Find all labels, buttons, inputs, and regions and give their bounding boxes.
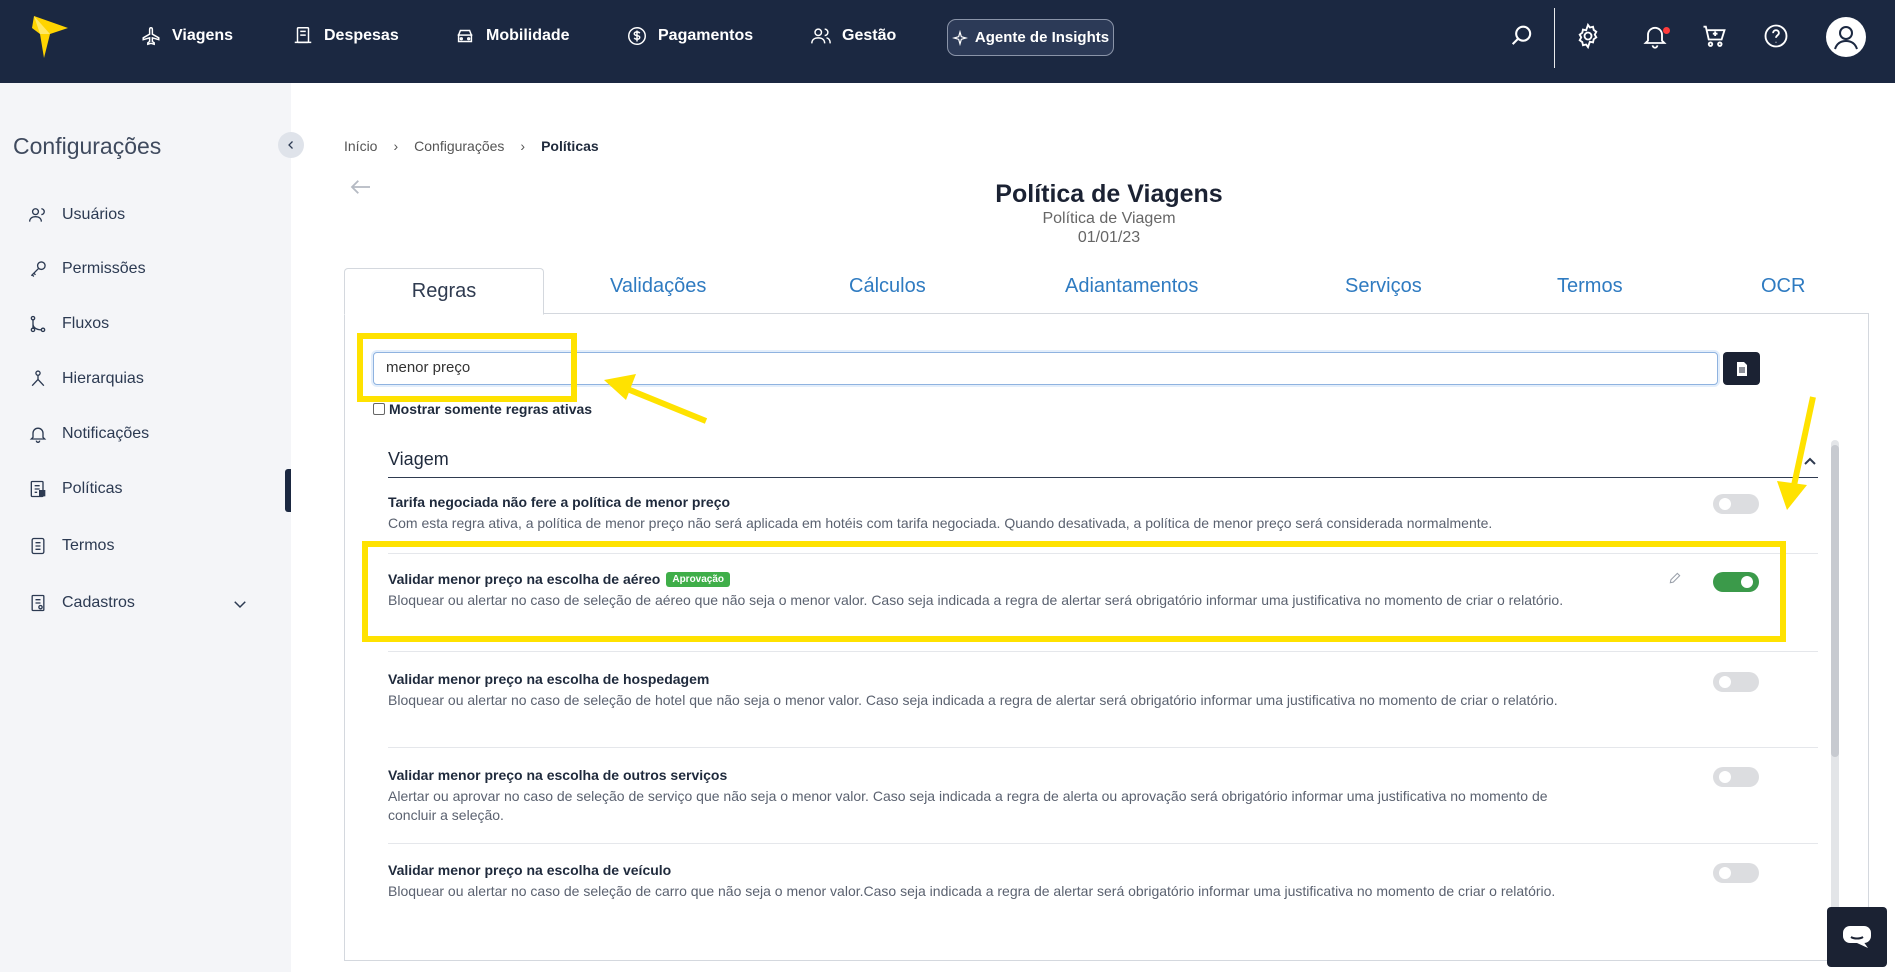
sidebar-item-cadastros[interactable]: Cadastros [28, 588, 135, 618]
rule-item: Validar menor preço na escolha de veícul… [388, 862, 1818, 917]
rule-divider [388, 843, 1818, 844]
annotation-arrow-icon [604, 374, 708, 424]
chevron-down-icon[interactable] [231, 595, 249, 613]
breadcrumb-configuracoes[interactable]: Configurações [414, 138, 504, 154]
annotation-arrow-icon [1777, 396, 1816, 510]
rule-description: Bloquear ou alertar no caso de seleção d… [388, 692, 1558, 708]
rule-name: Validar menor preço na escolha de hosped… [388, 671, 710, 687]
toolbar-divider [1554, 8, 1555, 68]
nav-mobilidade[interactable]: Mobilidade [454, 0, 570, 72]
highlight-box-search [357, 333, 577, 402]
sidebar-item-fluxos[interactable]: Fluxos [28, 309, 109, 339]
tab-termos[interactable]: Termos [1557, 275, 1623, 298]
tab-regras[interactable]: Regras [344, 268, 544, 315]
tabs-divider [344, 313, 1869, 314]
tab-adiantamentos[interactable]: Adiantamentos [1065, 275, 1198, 298]
page-title: Política de Viagens [995, 180, 1223, 208]
rule-toggle[interactable] [1713, 767, 1759, 787]
sidebar-item-hierarquias[interactable]: Hierarquias [28, 364, 144, 394]
cart-icon[interactable] [1700, 22, 1728, 50]
nav-gestao[interactable]: Gestão [810, 0, 896, 72]
user-icon [1834, 26, 1858, 50]
rule-name: Validar menor preço na escolha de veícul… [388, 862, 672, 878]
tab-ocr[interactable]: OCR [1761, 275, 1805, 298]
rule-name: Validar menor preço na escolha de outros… [388, 767, 728, 783]
breadcrumb-inicio[interactable]: Início [344, 138, 377, 154]
export-button[interactable] [1723, 352, 1760, 385]
top-navigation-bar: Viagens Despesas Mobilidade Pagamentos G… [0, 0, 1895, 83]
rule-item: Tarifa negociada não fere a política de … [388, 494, 1818, 533]
bell-icon [29, 427, 47, 443]
document-icon [1736, 361, 1747, 376]
sidebar-item-termos[interactable]: Termos [28, 531, 114, 561]
receipt-icon [294, 27, 312, 44]
checkbox-box[interactable] [373, 403, 385, 415]
plane-icon [142, 27, 160, 46]
page-date: 01/01/23 [1077, 229, 1141, 246]
rule-item: Validar menor preço na escolha de hosped… [388, 671, 1818, 710]
sidebar-item-politicas[interactable]: Políticas [28, 474, 122, 504]
sidebar-item-permissoes[interactable]: Permissões [28, 254, 146, 284]
chevron-left-icon [288, 141, 293, 149]
key-icon [30, 261, 46, 277]
nav-pagamentos[interactable]: Pagamentos [626, 0, 753, 72]
sidebar-title: Configurações [13, 133, 162, 159]
chat-support-button[interactable] [1827, 907, 1887, 967]
document-icon [31, 537, 45, 555]
scrollbar-thumb[interactable] [1831, 445, 1839, 757]
sidebar-item-notificacoes[interactable]: Notificações [28, 419, 149, 449]
policy-icon [30, 480, 46, 498]
user-avatar[interactable] [1826, 17, 1866, 57]
hierarchy-icon [31, 370, 45, 387]
section-divider [388, 477, 1818, 478]
breadcrumb: Início › Configurações › Políticas [344, 138, 599, 154]
logo-icon[interactable] [30, 14, 70, 60]
rule-toggle[interactable] [1713, 494, 1759, 514]
sparkle-icon [951, 29, 968, 46]
insights-agent-button[interactable]: Agente de Insights [947, 19, 1114, 56]
highlight-box-rule [362, 541, 1786, 642]
gear-icon[interactable] [1574, 22, 1602, 50]
help-icon[interactable] [1762, 22, 1790, 50]
search-icon[interactable] [1508, 22, 1536, 50]
chevron-right-icon: › [520, 138, 526, 154]
rule-description: Com esta regra ativa, a política de meno… [388, 515, 1493, 531]
nav-viagens[interactable]: Viagens [140, 0, 233, 72]
section-title: Viagem [388, 449, 449, 469]
rule-toggle[interactable] [1713, 672, 1759, 692]
flow-icon [30, 315, 46, 333]
chat-icon [1843, 926, 1871, 948]
only-active-checkbox[interactable]: Mostrar somente regras ativas [373, 401, 592, 417]
chevron-right-icon: › [393, 138, 399, 154]
notification-dot [1663, 27, 1670, 34]
tab-servicos[interactable]: Serviços [1345, 275, 1422, 298]
tab-calculos[interactable]: Cálculos [849, 275, 926, 298]
dollar-icon [628, 27, 646, 45]
rule-name: Tarifa negociada não fere a política de … [388, 494, 731, 510]
breadcrumb-politicas: Políticas [541, 138, 599, 154]
sidebar-collapse-button[interactable] [278, 132, 304, 158]
car-icon [457, 29, 473, 43]
page-subtitle: Política de Viagem [1042, 210, 1176, 227]
rule-toggle[interactable] [1713, 863, 1759, 883]
users-icon [811, 28, 831, 44]
nav-despesas[interactable]: Despesas [292, 0, 399, 72]
rule-divider [388, 747, 1818, 748]
form-icon [31, 594, 45, 612]
tab-validacoes[interactable]: Validações [610, 275, 706, 298]
rule-description: Alertar ou aprovar no caso de seleção de… [388, 788, 1548, 823]
rule-item: Validar menor preço na escolha de outros… [388, 767, 1818, 825]
rule-divider [388, 651, 1818, 652]
rule-description: Bloquear ou alertar no caso de seleção d… [388, 883, 1556, 899]
sidebar-active-indicator [285, 469, 291, 512]
